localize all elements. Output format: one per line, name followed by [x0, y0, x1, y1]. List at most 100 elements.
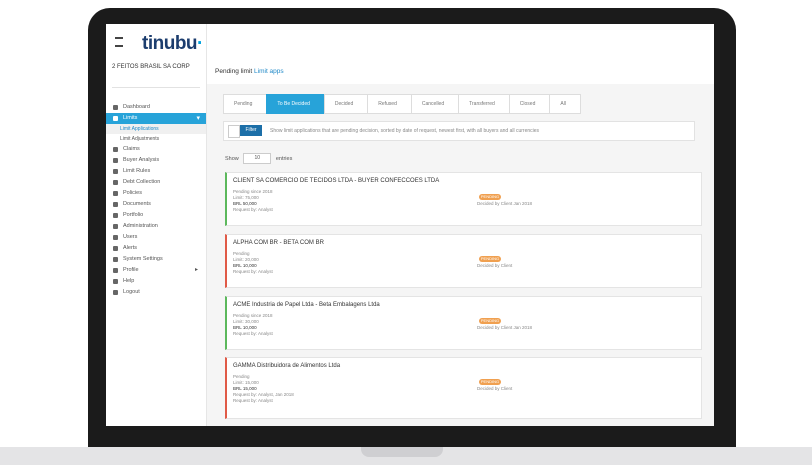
collection-icon [113, 180, 118, 185]
sidebar-item-label: Portfolio [123, 212, 144, 218]
sidebar-nav: Dashboard Limits ▾ Limit Applications Limit … [106, 102, 206, 298]
alert-icon [113, 246, 118, 251]
sidebar-item-profile[interactable]: Profile ▸ [106, 265, 206, 276]
sidebar-item-label: Limit Rules [123, 168, 151, 174]
admin-icon [113, 224, 118, 229]
sidebar-item-label: Claims [123, 146, 140, 152]
sidebar-item-label: System Settings [123, 256, 163, 262]
card-detail: BRL 15,000 [233, 386, 257, 391]
sidebar-item-debt-collection[interactable]: Debt Collection [106, 177, 206, 188]
card-detail: Pending since 2018 [233, 313, 273, 318]
card-detail: Limit: 20,000 [233, 257, 259, 262]
tab-transferred[interactable]: Transferred [458, 94, 510, 114]
card-status-note: Decided by Client Jan 2018 [477, 201, 533, 206]
card-detail: Pending since 2018 [233, 189, 273, 194]
sidebar-item-dashboard[interactable]: Dashboard [106, 102, 206, 113]
home-icon [113, 105, 118, 110]
card-detail: Limit: 30,000 [233, 319, 259, 324]
sidebar-item-help[interactable]: Help [106, 276, 206, 287]
card-title[interactable]: ACME Industria de Papel Ltda - Beta Emba… [233, 302, 380, 308]
sidebar-subitem[interactable]: Limit Adjustments [106, 134, 206, 144]
sidebar-item-label: Alerts [123, 245, 138, 251]
card-detail: Request by: Analyst [233, 398, 273, 403]
policy-icon [113, 191, 118, 196]
chevron-right-icon: ▸ [194, 267, 198, 273]
card-detail: BRL 10,000 [233, 263, 257, 268]
page-size-label: Show [225, 155, 239, 162]
status-steps: Pending To Be Decided Decided Refused Cancel… [223, 94, 581, 114]
tab-refused[interactable]: Refused [367, 94, 412, 114]
tab-pending[interactable]: Pending [223, 94, 268, 114]
sidebar-item-label: Help [123, 278, 135, 284]
screen: tinubu· 2 FEITOS BRASIL SA CORP Dashboar… [106, 24, 714, 426]
status-badge: PENDING [479, 256, 501, 262]
toggle-button[interactable] [228, 125, 240, 138]
laptop-notch [361, 447, 443, 457]
sidebar-divider [112, 87, 200, 88]
tab-all[interactable]: All [549, 94, 581, 114]
tab-cancelled[interactable]: Cancelled [410, 94, 460, 114]
card-title[interactable]: ALPHA COM BR - BETA COM BR [233, 240, 324, 246]
filter-button[interactable]: Filter [240, 125, 262, 136]
status-badge: PENDING [479, 318, 501, 324]
sidebar: tinubu· 2 FEITOS BRASIL SA CORP Dashboar… [106, 24, 207, 426]
settings-icon [113, 257, 118, 262]
card-detail: BRL 10,000 [233, 325, 257, 330]
list-icon [113, 116, 118, 121]
card-title[interactable]: GAMMA Distribuidora de Alimentos Ltda [233, 363, 340, 369]
sidebar-item-system-settings[interactable]: System Settings [106, 254, 206, 265]
card-detail: Request by: Analyst [233, 269, 273, 274]
sidebar-item-claims[interactable]: Claims [106, 144, 206, 155]
sidebar-item-limit-rules[interactable]: Limit Rules [106, 166, 206, 177]
list-item[interactable]: ACME Industria de Papel Ltda - Beta Emba… [225, 296, 702, 350]
portfolio-icon [113, 213, 118, 218]
card-detail: Limit: 15,000 [233, 380, 259, 385]
card-title[interactable]: CLIENT SA COMERCIO DE TECIDOS LTDA - BUY… [233, 178, 439, 184]
card-detail: Pending [233, 374, 250, 379]
top-bar: Pending limit Limit apps [207, 24, 714, 84]
page-size: Show 10 entries [225, 153, 292, 164]
list-item[interactable]: CLIENT SA COMERCIO DE TECIDOS LTDA - BUY… [225, 172, 702, 226]
chevron-down-icon: ▾ [196, 115, 200, 122]
menu-icon[interactable] [115, 37, 123, 47]
card-detail: Pending [233, 251, 250, 256]
sidebar-item-alerts[interactable]: Alerts [106, 243, 206, 254]
sidebar-item-label: Dashboard [123, 104, 150, 110]
sidebar-subitem[interactable]: Limit Applications [106, 124, 206, 134]
card-status-note: Decided by Client Jan 2018 [477, 325, 533, 330]
tab-decided[interactable]: Decided [323, 94, 369, 114]
sidebar-item-label: Policies [123, 190, 142, 196]
flag-icon [113, 147, 118, 152]
sidebar-item-label: Logout [123, 289, 140, 295]
sidebar-item-portfolio[interactable]: Portfolio [106, 210, 206, 221]
logo[interactable]: tinubu· [142, 33, 203, 55]
page-size-select[interactable]: 10 [243, 153, 272, 164]
status-badge: PENDING [479, 194, 501, 200]
sidebar-item-label: Profile [123, 267, 139, 273]
sidebar-item-documents[interactable]: Documents [106, 199, 206, 210]
breadcrumb-link[interactable]: Limit apps [254, 68, 284, 75]
card-detail: Request by: Analyst [233, 207, 273, 212]
status-badge: PENDING [479, 379, 501, 385]
sidebar-item-logout[interactable]: Logout [106, 287, 206, 298]
sidebar-item-users[interactable]: Users [106, 232, 206, 243]
card-detail: Request by: Analyst, Jan 2018 [233, 392, 294, 397]
company-name[interactable]: 2 FEITOS BRASIL SA CORP [112, 64, 190, 70]
card-status-note: Decided by Client [477, 386, 513, 391]
sidebar-item-limits[interactable]: Limits ▾ [106, 113, 206, 124]
sidebar-item-label: Buyer Analysis [123, 157, 160, 163]
list-item[interactable]: ALPHA COM BR - BETA COM BR Pending Limit: … [225, 234, 702, 288]
sidebar-item-buyer-analysis[interactable]: Buyer Analysis [106, 155, 206, 166]
tab-to-be-decided[interactable]: To Be Decided [266, 94, 325, 114]
chart-icon [113, 158, 118, 163]
list-item[interactable]: GAMMA Distribuidora de Alimentos Ltda Pen… [225, 357, 702, 419]
breadcrumb: Pending limit Limit apps [215, 68, 284, 75]
sidebar-item-administration[interactable]: Administration [106, 221, 206, 232]
profile-icon [113, 268, 118, 273]
sidebar-item-policies[interactable]: Policies [106, 188, 206, 199]
card-status-note: Decided by Client [477, 263, 513, 268]
main-content: Pending limit Limit apps Pending To Be De… [207, 24, 714, 426]
sidebar-item-label: Documents [123, 201, 151, 207]
logout-icon [113, 290, 118, 295]
tab-closed[interactable]: Closed [508, 94, 551, 114]
